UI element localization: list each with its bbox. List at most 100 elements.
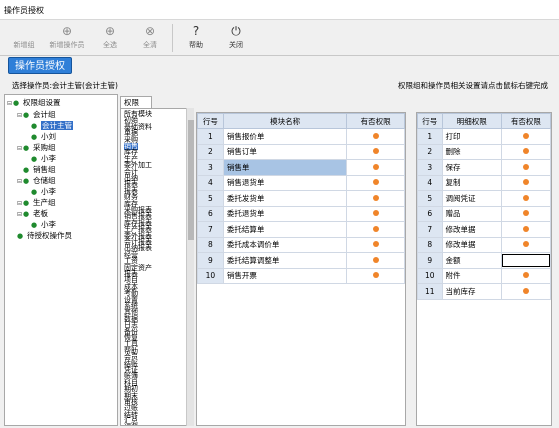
permission-granted-icon[interactable] [522, 179, 529, 186]
permission-toggle-cell[interactable] [346, 221, 405, 238]
permission-name[interactable]: 销售开票 [222, 267, 348, 284]
permission-granted-icon[interactable] [522, 194, 529, 201]
new-operator-button[interactable]: ⊕ 新增操作员 [44, 22, 90, 54]
permission-granted-icon[interactable] [372, 241, 379, 248]
table-row[interactable]: 4 复制 [417, 174, 552, 191]
new-group-button[interactable]: 新增组 [8, 22, 40, 54]
permission-granted-icon[interactable] [372, 210, 379, 217]
permission-toggle-cell[interactable] [346, 159, 405, 176]
permission-name[interactable]: 销售单 [222, 159, 348, 176]
table-row[interactable]: 4 销售退货单 [197, 174, 405, 191]
tree-node-pending-operators[interactable]: ● 待授权操作员 [17, 231, 72, 241]
tree-node-warehouse-group[interactable]: ⊟● 仓储组 [17, 176, 56, 186]
permission-toggle-cell[interactable] [346, 205, 405, 222]
permission-granted-icon[interactable] [522, 287, 529, 294]
permission-toggle-cell[interactable] [500, 252, 552, 269]
table-row[interactable]: 7 修改单据 [417, 221, 552, 238]
permission-toggle-cell[interactable] [500, 128, 552, 145]
permission-name[interactable]: 委托成本调价单 [222, 236, 348, 253]
table-row[interactable]: 3 保存 [417, 159, 552, 176]
table-row[interactable]: 10 附件 [417, 267, 552, 284]
tree-node-xiaoli-3[interactable]: ● 小李 [31, 220, 56, 230]
permission-toggle-cell[interactable] [500, 283, 552, 300]
permission-name[interactable]: 删除 [441, 143, 502, 160]
permission-name[interactable]: 附件 [441, 267, 502, 284]
permission-toggle-cell[interactable] [500, 267, 552, 284]
permission-toggle-cell[interactable] [500, 236, 552, 253]
permission-name[interactable]: 销售订单 [222, 143, 348, 160]
permission-granted-icon[interactable] [522, 210, 529, 217]
permission-name[interactable]: 金额 [441, 252, 502, 269]
permission-name[interactable]: 销售退货单 [222, 174, 348, 191]
permission-name[interactable]: 委托发货单 [222, 190, 348, 207]
close-button[interactable]: ⏻ 关闭 [222, 22, 250, 54]
permission-toggle-cell[interactable] [500, 221, 552, 238]
permission-toggle-cell[interactable] [500, 205, 552, 222]
permission-granted-icon[interactable] [372, 132, 379, 139]
permission-granted-icon[interactable] [522, 163, 529, 170]
tab-permissions[interactable]: 权限 [120, 96, 152, 108]
permission-granted-icon[interactable] [372, 272, 379, 279]
permission-toggle-cell[interactable] [500, 159, 552, 176]
table-row[interactable]: 11 当前库存 [417, 283, 552, 300]
permission-toggle-cell[interactable] [346, 267, 405, 284]
table-row[interactable]: 9 金额 [417, 252, 552, 269]
tree-node-xiaoli-1[interactable]: ● 小李 [31, 154, 56, 164]
clear-all-button[interactable]: ⊗ 全清 [136, 22, 164, 54]
permission-granted-icon[interactable] [372, 194, 379, 201]
permission-name[interactable]: 修改单据 [441, 236, 502, 253]
tree-node-xiaoli-2[interactable]: ● 小李 [31, 187, 56, 197]
table-row[interactable]: 5 委托发货单 [197, 190, 405, 207]
tree-node-boss[interactable]: ⊟● 老板 [17, 209, 48, 219]
permission-name[interactable]: 修改单据 [441, 221, 502, 238]
permission-granted-icon[interactable] [522, 272, 529, 279]
permission-toggle-cell[interactable] [500, 174, 552, 191]
tree-node-root[interactable]: ⊟● 权限组设置 [7, 98, 61, 108]
table-row[interactable]: 5 调阅凭证 [417, 190, 552, 207]
table-row[interactable]: 8 委托成本调价单 [197, 236, 405, 253]
tree-node-accounting-group[interactable]: ⊟● 会计组 [17, 110, 56, 120]
permission-toggle-cell[interactable] [346, 128, 405, 145]
module-list-item[interactable]: 打印 [124, 424, 138, 425]
tree-node-sales-group[interactable]: ● 销售组 [17, 165, 56, 175]
permission-name[interactable]: 委托结算单 [222, 221, 348, 238]
permission-name[interactable]: 赠品 [441, 205, 502, 222]
permission-granted-icon[interactable] [522, 225, 529, 232]
table-row[interactable]: 3 销售单 [197, 159, 405, 176]
permission-toggle-cell[interactable] [346, 143, 405, 160]
permission-granted-icon[interactable] [372, 148, 379, 155]
permission-toggle-cell[interactable] [346, 174, 405, 191]
permission-name[interactable]: 复制 [441, 174, 502, 191]
permission-toggle-cell[interactable] [346, 236, 405, 253]
scrollbar-thumb[interactable] [188, 120, 194, 240]
table-row[interactable]: 7 委托结算单 [197, 221, 405, 238]
table-row[interactable]: 6 委托退货单 [197, 205, 405, 222]
permission-granted-icon[interactable] [522, 241, 529, 248]
table-row[interactable]: 1 打印 [417, 128, 552, 145]
permission-granted-icon[interactable] [372, 225, 379, 232]
table-row[interactable]: 8 修改单据 [417, 236, 552, 253]
permission-name[interactable]: 委托退货单 [222, 205, 348, 222]
table-row[interactable]: 10 销售开票 [197, 267, 405, 284]
permission-name[interactable]: 委托结算调整单 [222, 252, 348, 269]
table-row[interactable]: 2 删除 [417, 143, 552, 160]
tree-node-accounting-manager[interactable]: ● 会计主管 [31, 121, 73, 131]
table-row[interactable]: 1 销售报价单 [197, 128, 405, 145]
permission-name[interactable]: 打印 [441, 128, 502, 145]
table-row[interactable]: 6 赠品 [417, 205, 552, 222]
permission-name[interactable]: 销售报价单 [222, 128, 348, 145]
permission-granted-icon[interactable] [522, 132, 529, 139]
permission-name[interactable]: 调阅凭证 [441, 190, 502, 207]
permission-granted-icon[interactable] [372, 163, 379, 170]
tree-node-xiaoliu[interactable]: ● 小刘 [31, 132, 56, 142]
select-all-button[interactable]: ⊕ 全选 [96, 22, 124, 54]
table-row[interactable]: 9 委托结算调整单 [197, 252, 405, 269]
permission-granted-icon[interactable] [522, 148, 529, 155]
module-list-scrollbar[interactable] [186, 108, 194, 426]
help-button[interactable]: ? 帮助 [182, 22, 210, 54]
permission-name[interactable]: 当前库存 [441, 283, 502, 300]
permission-toggle-cell[interactable] [346, 190, 405, 207]
permission-toggle-cell[interactable] [500, 190, 552, 207]
permission-toggle-cell[interactable] [346, 252, 405, 269]
table-row[interactable]: 2 销售订单 [197, 143, 405, 160]
